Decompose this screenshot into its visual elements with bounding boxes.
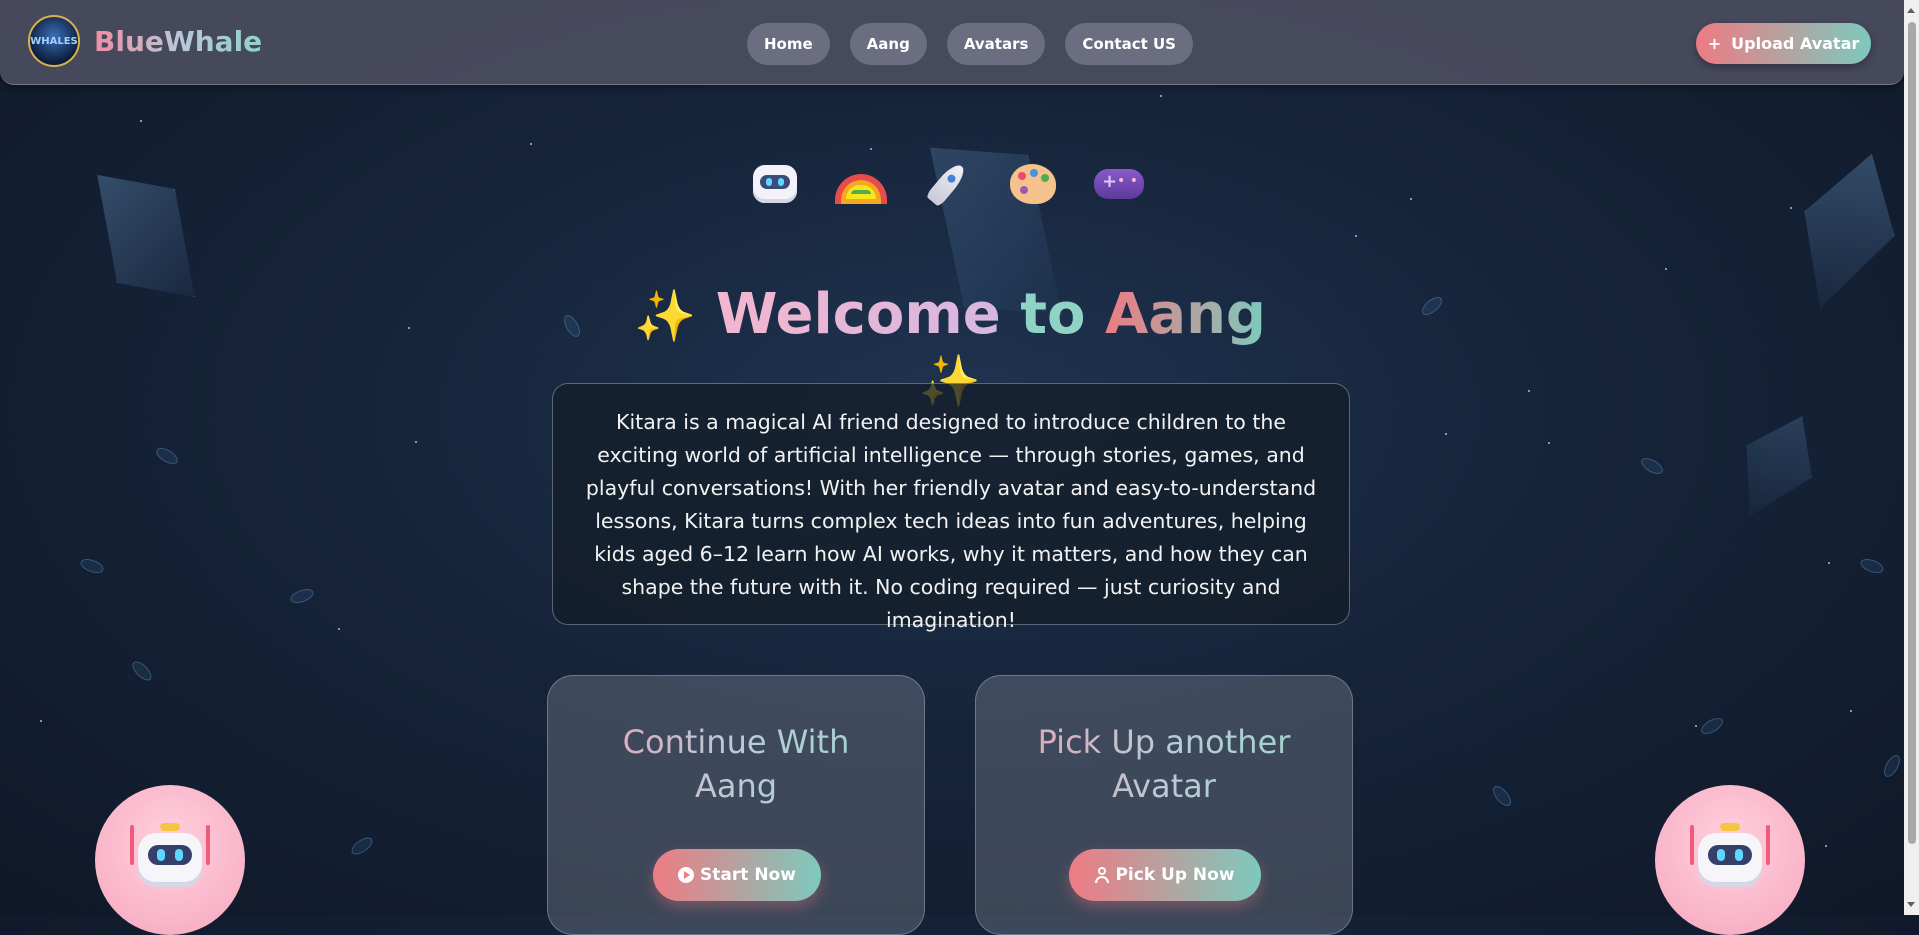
nav-aang[interactable]: Aang	[849, 23, 927, 65]
start-now-label: Start Now	[700, 865, 796, 885]
title-welcome: Welcome	[715, 282, 1001, 347]
page-scrollbar[interactable]	[1904, 0, 1919, 915]
pick-up-now-button[interactable]: Pick Up Now	[1069, 849, 1261, 901]
robot-icon	[749, 158, 801, 210]
nav-home[interactable]: Home	[747, 23, 830, 65]
palette-icon	[1007, 158, 1059, 210]
logo[interactable]: WHALES BlueWhale	[28, 15, 262, 67]
rocket-icon	[921, 158, 973, 210]
main-nav: Home Aang Avatars Contact US	[747, 23, 1193, 65]
upload-avatar-label: Upload Avatar	[1731, 34, 1860, 53]
gamepad-icon	[1093, 158, 1145, 210]
user-icon	[1095, 867, 1110, 883]
continue-card-title: Continue With Aang	[548, 720, 924, 808]
plus-icon: +	[1707, 34, 1722, 53]
pick-avatar-card: Pick Up another Avatar Pick Up Now	[975, 675, 1353, 935]
hero-emoji-row	[749, 158, 1145, 210]
sparkles-icon: ✨	[633, 287, 697, 345]
upload-avatar-button[interactable]: + Upload Avatar	[1696, 23, 1871, 64]
scrollbar-thumb[interactable]	[1908, 22, 1916, 844]
scroll-up-arrow-icon[interactable]	[1907, 8, 1915, 13]
rainbow-icon	[835, 158, 887, 210]
brand-name: BlueWhale	[94, 24, 263, 58]
title-to: to	[1020, 282, 1086, 347]
whale-logo-icon: WHALES	[28, 15, 80, 67]
start-now-button[interactable]: Start Now	[653, 849, 821, 901]
pick-avatar-card-title: Pick Up another Avatar	[976, 720, 1352, 808]
pick-up-now-label: Pick Up Now	[1115, 865, 1235, 885]
robot-avatar-left[interactable]	[95, 785, 245, 935]
title-avatar-name: Aang	[1104, 282, 1267, 347]
top-navbar: WHALES BlueWhale Home Aang Avatars Conta…	[0, 0, 1904, 85]
robot-icon	[1690, 823, 1770, 887]
play-circle-icon	[678, 867, 695, 883]
robot-avatar-right[interactable]	[1655, 785, 1805, 935]
robot-icon	[130, 823, 210, 887]
intro-description: Kitara is a magical AI friend designed t…	[552, 383, 1350, 632]
scroll-down-arrow-icon[interactable]	[1907, 902, 1915, 907]
continue-card: Continue With Aang Start Now	[547, 675, 925, 935]
nav-avatars[interactable]: Avatars	[946, 23, 1046, 65]
nav-contact-us[interactable]: Contact US	[1065, 23, 1193, 65]
